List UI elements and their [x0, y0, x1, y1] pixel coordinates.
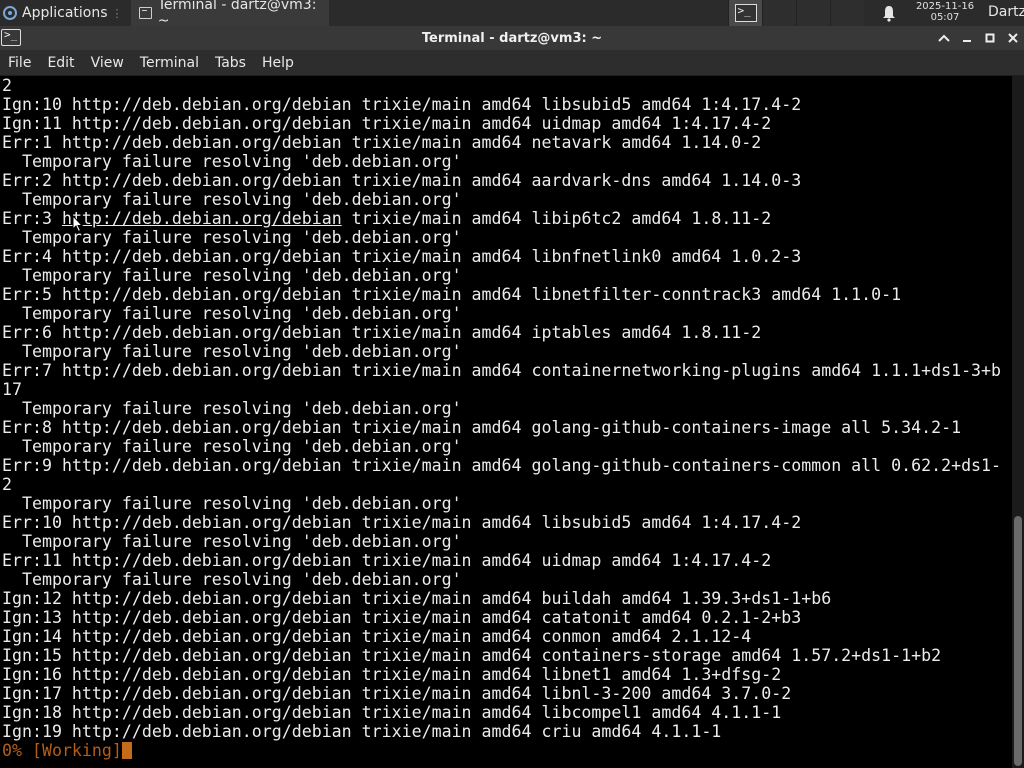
- terminal-line: Temporary failure resolving 'deb.debian.…: [2, 152, 462, 171]
- workspace-2[interactable]: [762, 0, 796, 26]
- terminal-icon: [138, 7, 152, 19]
- panel-separator-icon: ⋮: [111, 6, 123, 20]
- terminal-line: Err:5 http://deb.debian.org/debian trixi…: [2, 285, 902, 304]
- hovered-url-link[interactable]: http://deb.debian.org/debian: [62, 209, 342, 228]
- workspace-switcher[interactable]: [728, 0, 864, 26]
- menu-view[interactable]: View: [83, 50, 132, 76]
- terminal-line: 17: [2, 380, 22, 399]
- taskbar-terminal-label: Terminal - dartz@vm3: ~: [157, 0, 317, 29]
- terminal-line: 2: [2, 475, 12, 494]
- window-minimize-button[interactable]: [956, 26, 978, 50]
- terminal-line: Ign:14 http://deb.debian.org/debian trix…: [2, 627, 752, 646]
- terminal-line: Ign:10 http://deb.debian.org/debian trix…: [2, 95, 802, 114]
- applications-menu-icon: [3, 6, 17, 20]
- terminal-line: Err:9 http://deb.debian.org/debian trixi…: [2, 456, 1002, 475]
- terminal-line: Temporary failure resolving 'deb.debian.…: [2, 266, 462, 285]
- chevron-up-icon: [938, 34, 950, 42]
- terminal-line: Err:4 http://deb.debian.org/debian trixi…: [2, 247, 802, 266]
- panel-clock[interactable]: 2025-11-16 05:07: [908, 1, 982, 23]
- terminal-line: Err:6 http://deb.debian.org/debian trixi…: [2, 323, 762, 342]
- terminal-line: Ign:16 http://deb.debian.org/debian trix…: [2, 665, 782, 684]
- terminal-line: Temporary failure resolving 'deb.debian.…: [2, 399, 462, 418]
- terminal-line: Ign:11 http://deb.debian.org/debian trix…: [2, 114, 772, 133]
- terminal-line: Ign:13 http://deb.debian.org/debian trix…: [2, 608, 802, 627]
- terminal-line: Err:10 http://deb.debian.org/debian trix…: [2, 513, 802, 532]
- scrollbar-thumb[interactable]: [1014, 516, 1022, 766]
- apt-progress-line: 0% [Working]: [2, 741, 1012, 760]
- terminal-line: Err:2 http://deb.debian.org/debian trixi…: [2, 171, 802, 190]
- window-close-button[interactable]: [1002, 26, 1024, 50]
- window-maximize-button[interactable]: [979, 26, 1001, 50]
- terminal-line: Temporary failure resolving 'deb.debian.…: [2, 532, 462, 551]
- minimize-icon: [963, 40, 971, 42]
- terminal-line: Ign:19 http://deb.debian.org/debian trix…: [2, 722, 722, 741]
- terminal-line: Err:7 http://deb.debian.org/debian trixi…: [2, 361, 1002, 380]
- terminal-line: Ign:17 http://deb.debian.org/debian trix…: [2, 684, 792, 703]
- terminal-line: Temporary failure resolving 'deb.debian.…: [2, 494, 462, 513]
- user-menu[interactable]: Dartz: [988, 4, 1024, 20]
- maximize-icon: [985, 33, 995, 43]
- mouse-pointer-icon: [72, 215, 84, 233]
- workspace-3[interactable]: [796, 0, 830, 26]
- terminal-cursor: [121, 742, 132, 759]
- workspace-4[interactable]: [830, 0, 864, 26]
- terminal-line: Ign:12 http://deb.debian.org/debian trix…: [2, 589, 832, 608]
- terminal-line: Ign:18 http://deb.debian.org/debian trix…: [2, 703, 782, 722]
- apt-progress-text: 0% [Working]: [2, 741, 122, 760]
- terminal-line: Temporary failure resolving 'deb.debian.…: [2, 570, 462, 589]
- clock-time: 05:07: [930, 12, 960, 23]
- terminal-output[interactable]: 2 Ign:10 http://deb.debian.org/debian tri…: [0, 76, 1012, 768]
- menu-terminal[interactable]: Terminal: [132, 50, 207, 76]
- terminal-line: Err:8 http://deb.debian.org/debian trixi…: [2, 418, 962, 437]
- clock-date: 2025-11-16: [915, 1, 975, 12]
- terminal-line: Temporary failure resolving 'deb.debian.…: [2, 304, 462, 323]
- menu-help[interactable]: Help: [254, 50, 302, 76]
- terminal-line: Ign:15 http://deb.debian.org/debian trix…: [2, 646, 942, 665]
- terminal-line: Temporary failure resolving 'deb.debian.…: [2, 342, 462, 361]
- top-panel: Applications ⋮ Terminal - dartz@vm3: ~ 2…: [0, 0, 1024, 29]
- menu-edit[interactable]: Edit: [39, 50, 82, 76]
- terminal-line: Temporary failure resolving 'deb.debian.…: [2, 437, 462, 456]
- terminal-lines: 2 Ign:10 http://deb.debian.org/debian tri…: [0, 76, 1012, 760]
- taskbar-terminal-button[interactable]: Terminal - dartz@vm3: ~: [130, 0, 329, 29]
- applications-menu-button[interactable]: Applications ⋮: [0, 0, 129, 26]
- terminal-line: Err:1 http://deb.debian.org/debian trixi…: [2, 133, 762, 152]
- workspace-1[interactable]: [728, 0, 762, 26]
- terminal-line: Temporary failure resolving 'deb.debian.…: [2, 228, 462, 247]
- window-titlebar[interactable]: Terminal - dartz@vm3: ~: [0, 26, 1024, 50]
- terminal-line: Err:3 http://deb.debian.org/debian trixi…: [2, 209, 772, 228]
- window-shade-button[interactable]: [933, 26, 955, 50]
- window-title: Terminal - dartz@vm3: ~: [421, 30, 603, 46]
- applications-label: Applications: [22, 5, 108, 21]
- menu-tabs[interactable]: Tabs: [207, 50, 254, 76]
- terminal-line: Temporary failure resolving 'deb.debian.…: [2, 190, 462, 209]
- terminal-line: 2: [2, 76, 12, 95]
- menubar: File Edit View Terminal Tabs Help: [0, 50, 1024, 76]
- terminal-line: Err:11 http://deb.debian.org/debian trix…: [2, 551, 772, 570]
- terminal-scrollbar[interactable]: [1012, 76, 1024, 768]
- close-icon: [1008, 33, 1018, 43]
- terminal-icon: [734, 4, 757, 22]
- menu-file[interactable]: File: [0, 50, 39, 76]
- notification-bell-icon[interactable]: [880, 4, 898, 22]
